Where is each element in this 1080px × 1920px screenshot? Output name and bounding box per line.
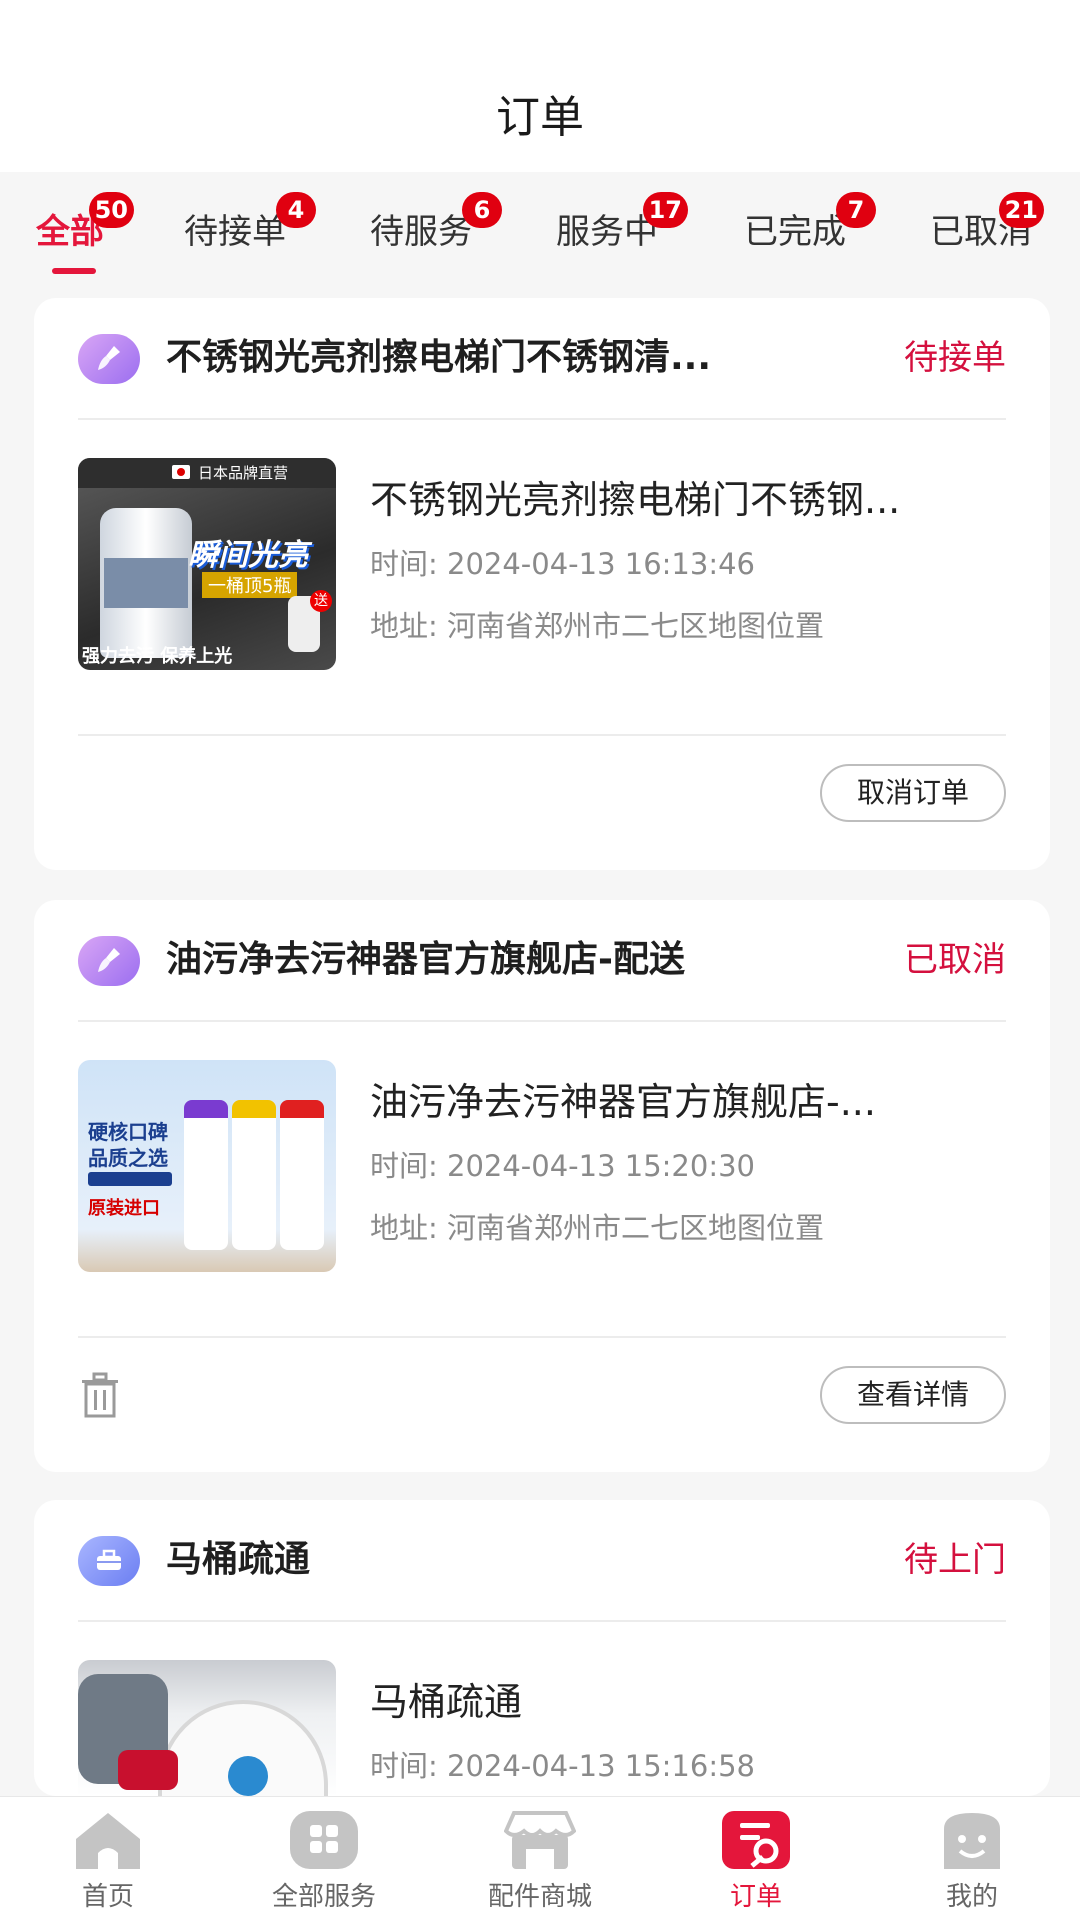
- active-tab-indicator: [52, 268, 96, 274]
- time-value: 2024-04-13 16:13:46: [447, 547, 755, 581]
- order-status: 待上门: [904, 1540, 1006, 1580]
- divider: [78, 418, 1006, 420]
- time-label: 时间:: [370, 1749, 438, 1783]
- shop-name: 油污净去污神器官方旗舰店-配送: [166, 939, 685, 980]
- nav-parts-mall[interactable]: 配件商城: [432, 1797, 648, 1920]
- order-card-header: 马桶疏通 待上门: [78, 1500, 1006, 1620]
- store-icon: [503, 1809, 577, 1871]
- view-details-button[interactable]: 查看详情: [820, 1366, 1006, 1424]
- product-image[interactable]: 硬核口碑 品质之选 原装进口: [78, 1060, 336, 1272]
- order-time: 时间: 2024-04-13 16:13:46: [370, 542, 755, 586]
- toolbox-icon: [78, 1536, 140, 1586]
- time-value: 2024-04-13 15:16:58: [447, 1749, 755, 1783]
- tab-label: 已完成: [744, 212, 846, 252]
- nav-label: 我的: [945, 1882, 998, 1912]
- tab-count-badge: 21: [998, 192, 1044, 228]
- order-card[interactable]: 不锈钢光亮剂擦电梯门不锈钢清... 待接单 日本品牌直营 瞬间光亮 一桶顶5瓶 …: [34, 298, 1050, 870]
- tab-label: 待服务: [370, 212, 472, 252]
- divider: [78, 1020, 1006, 1022]
- nav-profile[interactable]: 我的: [864, 1797, 1080, 1920]
- shop-name: 马桶疏通: [166, 1539, 311, 1580]
- address-value: 河南省郑州市二七区地图位置: [447, 609, 825, 643]
- subheadline-text: 一桶顶5瓶: [202, 572, 298, 598]
- product-title: 不锈钢光亮剂擦电梯门不锈钢...: [370, 478, 901, 522]
- nav-label: 订单: [729, 1882, 782, 1912]
- tab-all[interactable]: 全部 50: [36, 192, 134, 262]
- home-icon: [72, 1809, 144, 1871]
- order-card[interactable]: 油污净去污神器官方旗舰店-配送 已取消 硬核口碑 品质之选 原装进口 油污净去污…: [34, 900, 1050, 1472]
- order-card[interactable]: 马桶疏通 待上门 马桶疏通 时间: 2024-04-13 15:16:58: [34, 1500, 1050, 1796]
- product-title: 油污净去污神器官方旗舰店-...: [370, 1080, 876, 1124]
- order-address: 地址: 河南省郑州市二七区地图位置: [370, 1206, 824, 1250]
- order-card-header: 油污净去污神器官方旗舰店-配送 已取消: [78, 900, 1006, 1020]
- tab-count-badge: 17: [642, 192, 688, 228]
- tab-completed[interactable]: 已完成 7: [744, 192, 876, 262]
- order-time: 时间: 2024-04-13 15:16:58: [370, 1744, 755, 1788]
- product-title: 马桶疏通: [370, 1680, 523, 1724]
- tab-pending-accept[interactable]: 待接单 4: [184, 192, 316, 262]
- brand-label: 日本品牌直营: [198, 464, 289, 482]
- tab-count-badge: 7: [836, 192, 876, 228]
- tab-pending-service[interactable]: 待服务 6: [370, 192, 502, 262]
- image-line-1: 硬核口碑: [88, 1120, 168, 1144]
- nav-orders[interactable]: 订单: [648, 1797, 864, 1920]
- time-label: 时间:: [370, 547, 438, 581]
- tab-count-badge: 50: [88, 192, 134, 228]
- gift-tag: 送: [310, 590, 332, 612]
- nav-all-services[interactable]: 全部服务: [216, 1797, 432, 1920]
- profile-icon: [936, 1809, 1008, 1871]
- tab-count-badge: 6: [462, 192, 502, 228]
- tab-label: 服务中: [556, 212, 658, 252]
- order-status: 待接单: [904, 338, 1006, 378]
- time-value: 2024-04-13 15:20:30: [447, 1149, 755, 1183]
- order-status: 已取消: [904, 940, 1006, 980]
- trash-icon[interactable]: [78, 1372, 122, 1418]
- nav-home[interactable]: 首页: [0, 1797, 216, 1920]
- divider: [78, 734, 1006, 736]
- nav-label: 配件商城: [487, 1882, 592, 1912]
- broom-icon: [78, 936, 140, 986]
- tab-cancelled[interactable]: 已取消 21: [930, 192, 1044, 262]
- slogan-text: 强力去污 保养上光: [82, 646, 233, 667]
- tab-in-service[interactable]: 服务中 17: [556, 192, 688, 262]
- status-tabs: 全部 50 待接单 4 待服务 6 服务中 17 已完成 7 已取消 21: [0, 172, 1080, 282]
- order-icon: [720, 1809, 792, 1871]
- broom-icon: [78, 334, 140, 384]
- page-title: 订单: [496, 92, 584, 143]
- image-line-2: 品质之选: [88, 1146, 168, 1170]
- divider: [78, 1336, 1006, 1338]
- time-label: 时间:: [370, 1149, 438, 1183]
- address-label: 地址:: [370, 609, 438, 643]
- address-label: 地址:: [370, 1211, 438, 1245]
- bottom-nav: 首页 全部服务 配件商城 订单 我的: [0, 1796, 1080, 1920]
- address-value: 河南省郑州市二七区地图位置: [447, 1211, 825, 1245]
- top-bar: 订单: [0, 0, 1080, 172]
- cancel-order-button[interactable]: 取消订单: [820, 764, 1006, 822]
- grid-icon: [288, 1809, 360, 1871]
- nav-label: 全部服务: [271, 1882, 376, 1912]
- order-time: 时间: 2024-04-13 15:20:30: [370, 1144, 755, 1188]
- nav-label: 首页: [81, 1882, 134, 1912]
- order-address: 地址: 河南省郑州市二七区地图位置: [370, 604, 824, 648]
- tab-label: 待接单: [184, 212, 286, 252]
- image-line-3: 原装进口: [88, 1198, 160, 1219]
- order-card-header: 不锈钢光亮剂擦电梯门不锈钢清... 待接单: [78, 298, 1006, 418]
- product-image[interactable]: 日本品牌直营 瞬间光亮 一桶顶5瓶 送 强力去污 保养上光: [78, 458, 336, 670]
- product-image[interactable]: [78, 1660, 336, 1796]
- tab-count-badge: 4: [276, 192, 316, 228]
- headline-text: 瞬间光亮: [188, 538, 308, 573]
- shop-name: 不锈钢光亮剂擦电梯门不锈钢清...: [166, 337, 712, 378]
- divider: [78, 1620, 1006, 1622]
